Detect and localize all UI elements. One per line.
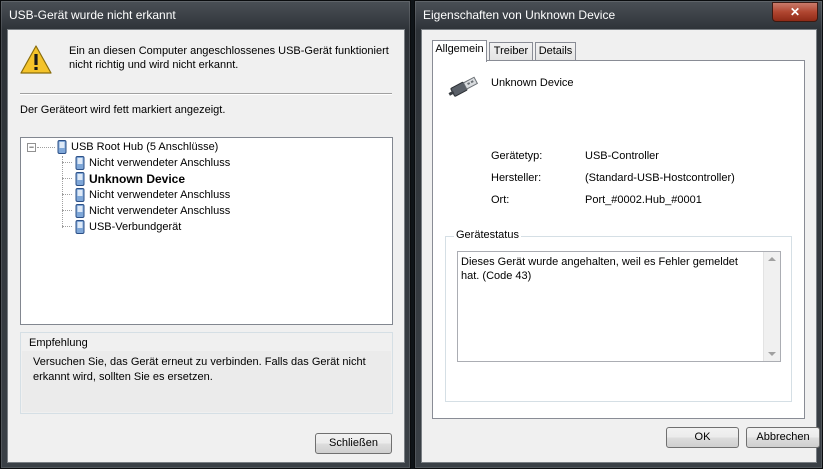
status-scrollbar[interactable] [763,252,780,361]
cancel-button[interactable]: Abbrechen [746,427,820,448]
dialog-client: Ein an diesen Computer angeschlossenes U… [7,29,405,463]
tree-line [37,147,55,148]
window-title: Eigenschaften von Unknown Device [423,8,616,22]
usb-device-icon [75,204,85,218]
window-close-button[interactable]: ✕ [772,2,818,22]
prop-key: Hersteller: [491,172,542,184]
tab-details[interactable]: Details [535,42,576,61]
tree-line [62,162,72,163]
tree-line [62,194,72,195]
usb-device-icon [75,156,85,170]
tree-line [62,156,63,228]
scroll-up-icon[interactable] [768,257,776,261]
general-tab-panel: Unknown Device Gerätetyp: USB-Controller… [432,60,805,419]
close-button[interactable]: Schließen [315,433,392,454]
ok-button[interactable]: OK [666,427,739,448]
scroll-down-icon[interactable] [768,352,776,356]
device-tree[interactable]: − USB Root Hub (5 Anschlüsse) Nicht verw… [20,137,393,325]
tree-item-label: Nicht verwendeter Anschluss [89,157,231,169]
tree-item-label: Nicht verwendeter Anschluss [89,189,231,201]
tree-item-label: Unknown Device [89,172,186,186]
separator [20,93,392,95]
prop-key: Gerätetyp: [491,150,543,162]
recommendation-text: Versuchen Sie, das Gerät erneut zu verbi… [33,356,366,383]
prop-value: Port_#0002.Hub_#0001 [585,194,702,206]
device-name: Unknown Device [491,77,574,89]
device-status-group: Gerätestatus Dieses Gerät wurde angehalt… [445,229,792,402]
tree-line [62,210,72,211]
prop-value: (Standard-USB-Hostcontroller) [585,172,735,184]
tree-item-label: Nicht verwendeter Anschluss [89,205,231,217]
prop-value: USB-Controller [585,150,659,162]
tree-line [62,226,72,227]
warning-icon [20,45,52,74]
usb-plug-icon [448,76,479,97]
device-status-title: Gerätestatus [454,229,521,241]
usb-device-icon [75,188,85,202]
recommendation-title: Empfehlung [29,337,88,349]
dialog-client: Allgemein Treiber Details Unknown Device… [421,29,820,463]
tree-root-label: USB Root Hub (5 Anschlüsse) [71,141,219,153]
device-status-text: Dieses Gerät wurde angehalten, weil es F… [461,256,738,282]
usb-device-icon [57,140,67,154]
window-title: USB-Gerät wurde nicht erkannt [9,8,176,22]
recommendation-group: Empfehlung Versuchen Sie, das Gerät erne… [20,332,393,414]
tree-line [62,178,72,179]
prop-key: Ort: [491,194,510,206]
device-properties-window: Eigenschaften von Unknown Device ✕ Allge… [414,0,823,469]
location-hint: Der Geräteort wird fett markiert angezei… [20,104,226,116]
usb-not-recognized-window: USB-Gerät wurde nicht erkannt Ein an die… [0,0,411,469]
tab-driver[interactable]: Treiber [489,42,533,61]
close-icon: ✕ [789,5,801,19]
device-status-textbox[interactable]: Dieses Gerät wurde angehalten, weil es F… [457,251,781,362]
usb-device-icon [75,220,85,234]
tree-expander[interactable]: − [27,143,36,152]
tab-general[interactable]: Allgemein [432,40,487,62]
tree-item-label: USB-Verbundgerät [89,221,182,233]
usb-device-icon [75,172,85,186]
error-message: Ein an diesen Computer angeschlossenes U… [69,45,389,71]
